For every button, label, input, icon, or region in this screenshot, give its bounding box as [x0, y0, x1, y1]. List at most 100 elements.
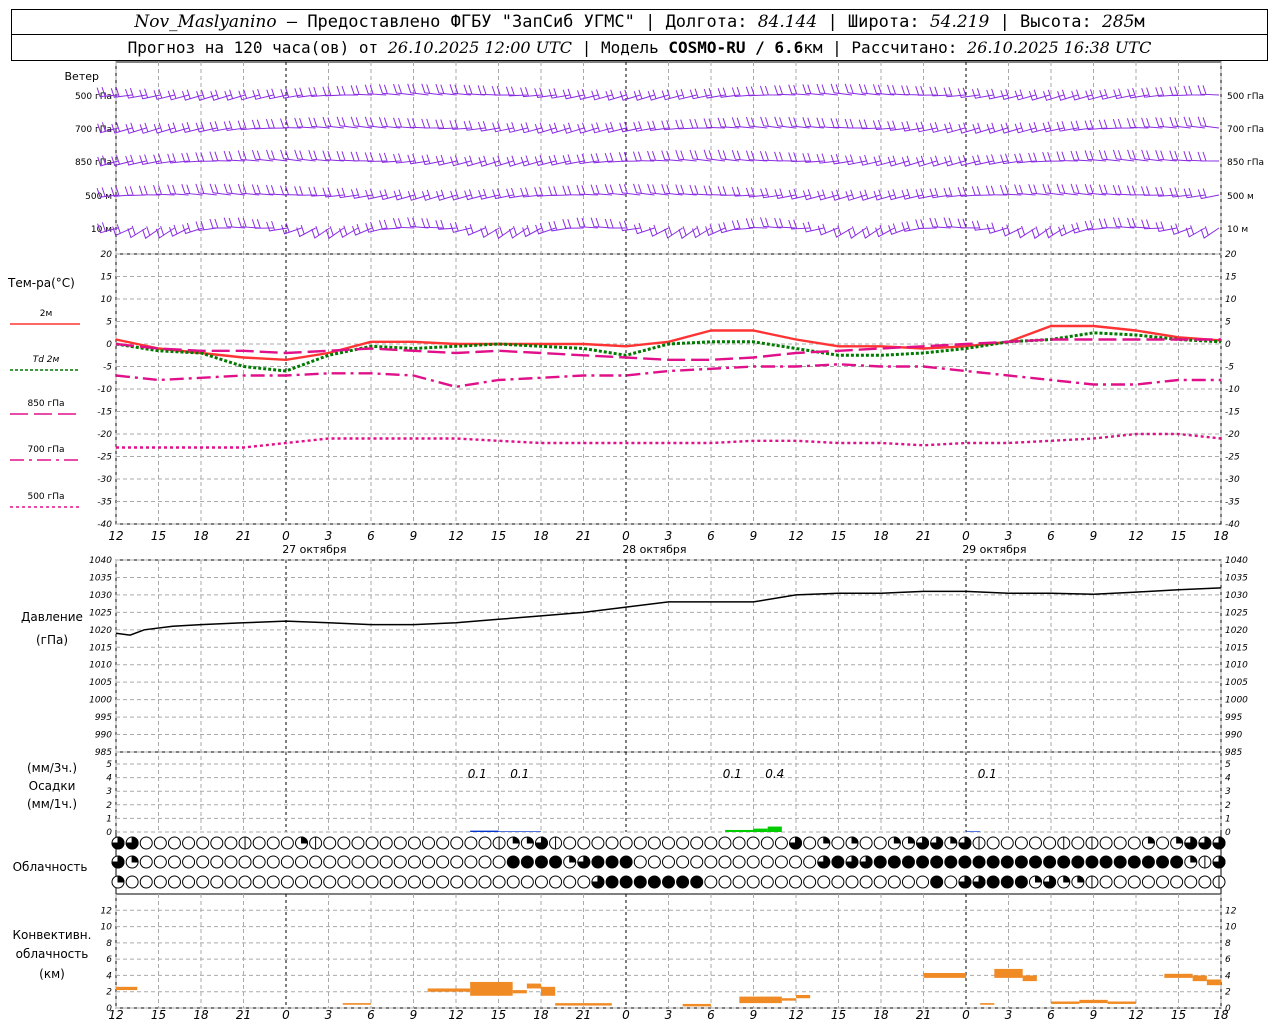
wind-barb	[972, 154, 994, 166]
time-tick-label-bottom: 0	[282, 1008, 290, 1022]
cloud-circle	[407, 875, 421, 889]
wind-barb	[478, 155, 500, 167]
cloud-circle	[1184, 875, 1198, 889]
cloud-symbol	[182, 875, 196, 889]
wind-barb	[692, 225, 712, 239]
wind-barb	[1183, 151, 1205, 162]
cloud-symbol	[422, 855, 436, 869]
wind-barb	[731, 220, 754, 231]
conv-title: Конвективн.	[13, 928, 92, 942]
cloud-circle	[1085, 855, 1099, 869]
wind-barb	[915, 121, 937, 133]
prec-unit-top: (мм/3ч.)	[27, 761, 77, 775]
cloud-symbol	[577, 875, 591, 889]
wind-barb	[971, 186, 994, 196]
cloud-symbol	[647, 836, 661, 850]
cloud-symbol	[1184, 875, 1198, 889]
cloud-symbol	[520, 875, 534, 889]
cloud-symbol	[732, 836, 746, 850]
wind-barb	[436, 189, 457, 201]
cloud-circle	[436, 836, 450, 850]
wind-barb	[1042, 121, 1064, 133]
cloud-circle	[1099, 875, 1113, 889]
cloud-symbol	[1057, 836, 1071, 850]
wind-barb	[393, 117, 415, 129]
cloud-symbol	[605, 875, 619, 889]
cloud-symbol	[252, 875, 266, 889]
wind-barb	[322, 86, 344, 97]
wind-barb	[111, 122, 133, 134]
time-tick-label: 6	[1047, 529, 1055, 543]
cloud-circle	[817, 875, 831, 889]
wind-barb	[831, 189, 853, 201]
wind-barb	[887, 84, 909, 96]
cloud-symbol	[139, 836, 153, 850]
wind-barb	[534, 186, 556, 197]
cloud-symbol	[986, 875, 1000, 889]
cloud-circle	[464, 836, 478, 850]
cloud-circle	[182, 836, 196, 850]
cloud-fill	[1190, 855, 1198, 863]
cloud-circle	[323, 855, 337, 869]
cloud-circle	[1113, 836, 1127, 850]
cloud-fill	[1176, 836, 1184, 844]
wind-barb	[450, 155, 472, 167]
wind-barb	[336, 187, 359, 199]
cloud-circle	[337, 836, 351, 850]
cloud-circle	[153, 836, 167, 850]
cloud-symbol	[520, 836, 534, 850]
cloud-circle	[1043, 836, 1057, 850]
wind-barb	[505, 86, 528, 97]
wind-barb	[872, 84, 895, 96]
cloud-symbol	[182, 855, 196, 869]
time-tick-label-bottom: 21	[236, 1008, 251, 1022]
wind-barb	[139, 154, 161, 165]
wind-barb	[196, 89, 217, 101]
cloud-circle	[1170, 855, 1184, 869]
cloud-circle	[280, 855, 294, 869]
cloud-circle	[492, 875, 506, 889]
conv-tick-right: 6	[1225, 955, 1231, 965]
cloud-symbol	[436, 855, 450, 869]
cloud-symbol	[351, 855, 365, 869]
cloud-symbol	[704, 836, 718, 850]
cloud-symbol	[478, 875, 492, 889]
time-tick-label: 12	[108, 529, 123, 543]
wind-barb	[590, 217, 613, 229]
cloud-circle	[732, 855, 746, 869]
cloud-symbol	[916, 875, 930, 889]
time-tick-label-bottom: 3	[325, 1008, 333, 1022]
pres-tick-left: 1020	[89, 626, 112, 636]
wind-barb	[379, 189, 401, 201]
wind-barb	[944, 122, 966, 134]
wind-barb	[155, 225, 175, 239]
cloud-circle	[760, 836, 774, 850]
cloud-symbol	[760, 855, 774, 869]
cloud-symbol	[365, 875, 379, 889]
wind-barb	[619, 121, 641, 133]
cloud-circle	[986, 836, 1000, 850]
cloud-circle	[365, 836, 379, 850]
wind-barb	[689, 118, 711, 129]
cloud-symbol	[1127, 875, 1141, 889]
wind-barb	[548, 186, 570, 197]
cloud-fill	[569, 855, 577, 863]
wind-barb	[1071, 222, 1093, 234]
pres-tick-right: 1025	[1225, 608, 1248, 618]
cloud-symbol	[534, 855, 548, 869]
cloud-symbol	[450, 836, 464, 850]
cloud-circle	[831, 875, 845, 889]
cloud-fill	[301, 836, 309, 844]
temp-legend-label: 2м	[40, 309, 53, 319]
cloud-circle	[901, 855, 915, 869]
wind-barb	[957, 218, 980, 229]
cloud-symbol	[153, 855, 167, 869]
wind-barb	[760, 217, 782, 229]
precip-label: 0.1	[723, 767, 742, 781]
wind-barb	[875, 225, 895, 238]
cloud-circle	[746, 855, 760, 869]
pres-tick-left: 1015	[89, 643, 112, 653]
cloud-circle	[1156, 875, 1170, 889]
cloud-symbol	[859, 875, 873, 889]
cloud-circle	[591, 855, 605, 869]
